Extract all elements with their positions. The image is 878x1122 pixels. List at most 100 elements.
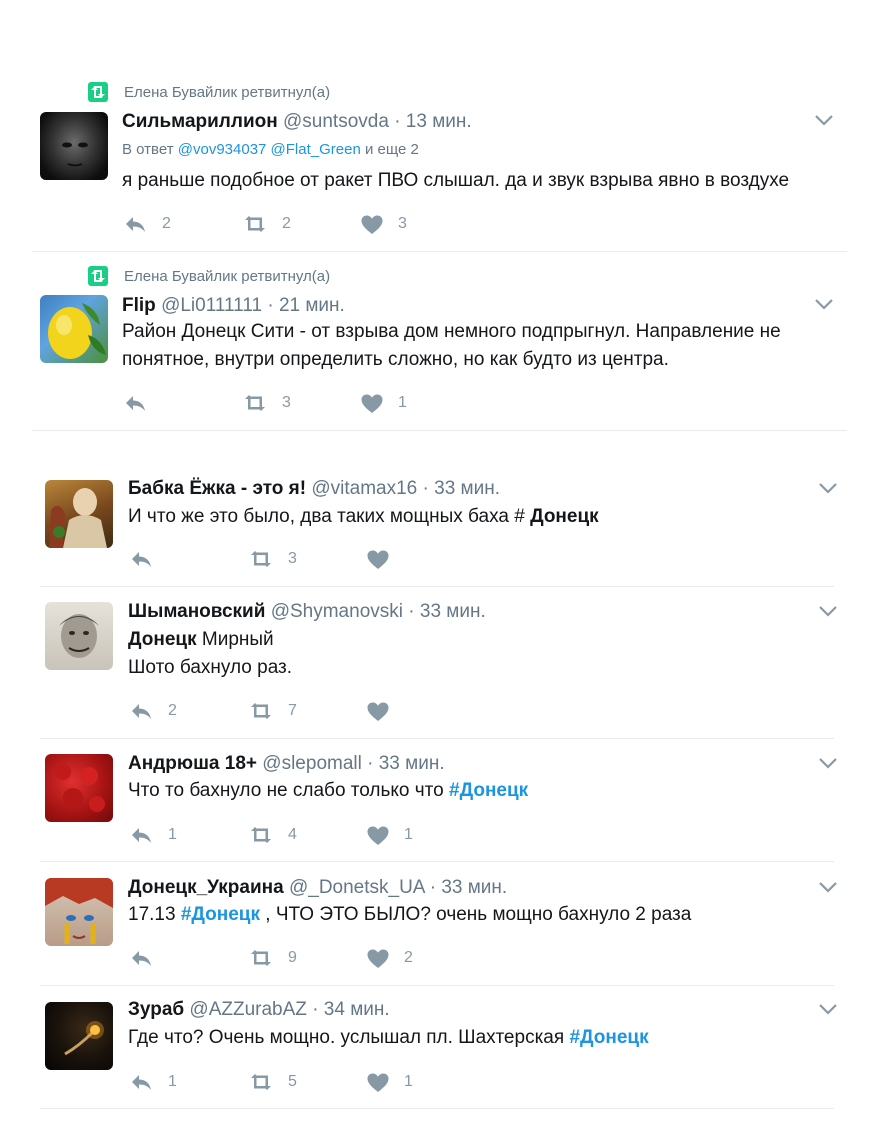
like-button[interactable]: 1 [366,1071,484,1093]
chevron-down-icon[interactable] [819,482,837,494]
reply-button[interactable] [130,548,248,570]
timestamp[interactable]: 33 мин. [420,601,486,622]
tweet-actions: 2 2 3 [124,213,478,235]
like-count: 1 [404,1073,413,1090]
tweet-header: Зураб @AZZurabAZ · 34 мин. [128,999,390,1021]
retweet-button[interactable]: 7 [248,700,366,722]
tweet-actions: 2 7 [130,700,484,722]
timestamp[interactable]: 33 мин. [379,753,445,774]
heart-icon [367,1073,389,1092]
author-name[interactable]: Андрюша 18+ [128,753,257,774]
timestamp[interactable]: 34 мин. [324,999,390,1020]
retweeter-label[interactable]: Елена Бувайлик ретвитнул(а) [124,84,330,101]
avatar[interactable] [45,602,113,670]
tweet[interactable]: Шымановский @Shymanovski · 33 мин. Донец… [0,592,878,738]
author-handle[interactable]: @suntsovda [283,111,389,132]
author-name[interactable]: Flip [122,295,156,316]
reply-button[interactable]: 1 [130,824,248,846]
reply-button[interactable]: 1 [130,1071,248,1093]
retweeter-label[interactable]: Елена Бувайлик ретвитнул(а) [124,268,330,285]
retweet-button[interactable]: 4 [248,824,366,846]
author-handle[interactable]: @vitamax16 [311,478,417,499]
reply-button[interactable] [130,947,248,969]
tweet-text-line: Шото бахнуло раз. [128,657,293,678]
heart-icon [367,550,389,569]
tweet-text: Донецк Мирный Шото бахнуло раз. [128,626,292,682]
retweet-icon [251,551,271,567]
like-button[interactable]: 2 [366,947,484,969]
hashtag-link[interactable]: #Донецк [569,1027,648,1048]
retweet-context: Елена Бувайлик ретвитнул(а) [88,266,330,286]
mention-link[interactable]: @Flat_Green [271,141,361,158]
like-button[interactable] [366,548,484,570]
tweet-text-line: я раньше подобное от ракет ПВО слышал. д… [122,170,790,191]
timestamp[interactable]: 33 мин. [441,877,507,898]
like-button[interactable]: 1 [366,824,484,846]
chevron-down-icon[interactable] [819,1003,837,1015]
tweet[interactable]: Зураб @AZZurabAZ · 34 мин. Где что? Очен… [0,990,878,1108]
retweet-button[interactable]: 2 [242,213,360,235]
tweet-text: Район Донецк Сити - от взрыва дом немног… [122,318,781,374]
reply-button[interactable]: 2 [130,700,248,722]
tweet[interactable]: Елена Бувайлик ретвитнул(а) Сильмариллио… [0,0,878,252]
tweet-actions: 9 2 [130,947,484,969]
avatar[interactable] [40,295,108,363]
reply-button[interactable] [124,392,242,414]
reply-icon [126,396,145,411]
tweet[interactable]: Донецк_Украина @_Donetsk_UA · 33 мин. 17… [0,868,878,984]
timestamp[interactable]: 13 мин. [406,111,472,132]
hashtag-link[interactable]: #Донецк [181,904,260,925]
author-name[interactable]: Сильмариллион [122,111,278,132]
reply-icon [132,552,151,567]
author-handle[interactable]: @slepomall [262,753,362,774]
reply-suffix[interactable]: и еще 2 [365,141,419,158]
tweet[interactable]: Елена Бувайлик ретвитнул(а) Flip @Li0111… [0,252,878,430]
chevron-down-icon[interactable] [819,881,837,893]
chevron-down-icon[interactable] [819,605,837,617]
chevron-down-icon[interactable] [815,298,833,310]
divider [40,985,834,986]
author-name[interactable]: Шымановский [128,601,265,622]
retweet-count: 3 [282,394,291,411]
avatar[interactable] [45,754,113,822]
tweet[interactable]: Андрюша 18+ @slepomall · 33 мин. Что то … [0,744,878,860]
timestamp[interactable]: 33 мин. [434,478,500,499]
retweet-button[interactable]: 5 [248,1071,366,1093]
like-button[interactable]: 1 [360,392,478,414]
avatar[interactable] [40,112,108,180]
author-handle[interactable]: @Shymanovski [271,601,403,622]
avatar[interactable] [45,878,113,946]
retweet-button[interactable]: 3 [248,548,366,570]
tweet[interactable]: Бабка Ёжка - это я! @vitamax16 · 33 мин.… [0,470,878,586]
heart-icon [367,949,389,968]
reply-icon [132,704,151,719]
tweet-text-segment: Где что? Очень мощно. услышал пл. Шахтер… [128,1027,570,1048]
reply-context: В ответ @vov934037 @Flat_Green и еще 2 [122,141,419,158]
retweet-badge-icon [88,266,108,286]
author-handle[interactable]: @AZZurabAZ [189,999,306,1020]
reply-count: 1 [168,1073,177,1090]
author-handle[interactable]: @_Donetsk_UA [289,877,424,898]
mention-link[interactable]: @vov934037 [178,141,267,158]
heart-icon [361,394,383,413]
author-name[interactable]: Зураб [128,999,184,1020]
avatar[interactable] [45,1002,113,1070]
like-button[interactable]: 3 [360,213,478,235]
hashtag-link[interactable]: Донецк [128,629,197,650]
reply-button[interactable]: 2 [124,213,242,235]
like-button[interactable] [366,700,484,722]
timestamp[interactable]: 21 мин. [279,295,345,316]
hashtag-link[interactable]: Донецк [530,506,599,527]
retweet-button[interactable]: 9 [248,947,366,969]
hashtag-link[interactable]: #Донецк [449,780,528,801]
author-name[interactable]: Бабка Ёжка - это я! [128,478,306,499]
avatar[interactable] [45,480,113,548]
retweet-icon [251,827,271,843]
author-name[interactable]: Донецк_Украина [128,877,284,898]
chevron-down-icon[interactable] [815,114,833,126]
tweet-text: Что то бахнуло не слабо только что #Доне… [128,777,528,805]
chevron-down-icon[interactable] [819,757,837,769]
author-handle[interactable]: @Li0111111 [161,295,262,316]
like-count: 1 [404,826,413,843]
retweet-button[interactable]: 3 [242,392,360,414]
